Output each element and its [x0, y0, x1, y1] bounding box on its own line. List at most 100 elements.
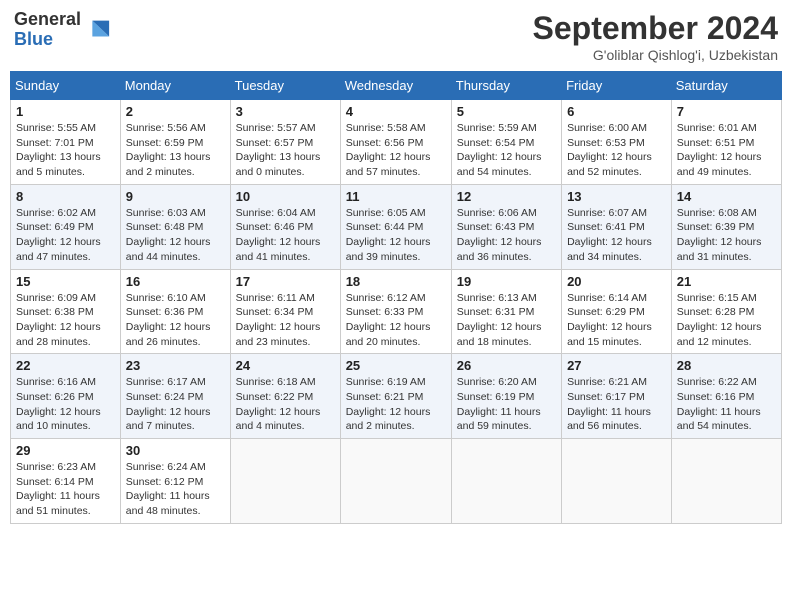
day-number: 26: [457, 358, 556, 373]
day-info: Sunrise: 6:20 AM Sunset: 6:19 PM Dayligh…: [457, 375, 556, 434]
calendar-day-cell: 5 Sunrise: 5:59 AM Sunset: 6:54 PM Dayli…: [451, 100, 561, 185]
day-number: 4: [346, 104, 446, 119]
day-info: Sunrise: 6:19 AM Sunset: 6:21 PM Dayligh…: [346, 375, 446, 434]
calendar-day-cell: 21 Sunrise: 6:15 AM Sunset: 6:28 PM Dayl…: [671, 269, 781, 354]
day-info: Sunrise: 6:00 AM Sunset: 6:53 PM Dayligh…: [567, 121, 666, 180]
calendar-day-cell: 13 Sunrise: 6:07 AM Sunset: 6:41 PM Dayl…: [562, 184, 672, 269]
logo-line2: Blue: [14, 30, 81, 50]
calendar-day-cell: 16 Sunrise: 6:10 AM Sunset: 6:36 PM Dayl…: [120, 269, 230, 354]
day-number: 9: [126, 189, 225, 204]
day-number: 1: [16, 104, 115, 119]
calendar-day-cell: 9 Sunrise: 6:03 AM Sunset: 6:48 PM Dayli…: [120, 184, 230, 269]
calendar-day-cell: 2 Sunrise: 5:56 AM Sunset: 6:59 PM Dayli…: [120, 100, 230, 185]
day-info: Sunrise: 6:11 AM Sunset: 6:34 PM Dayligh…: [236, 291, 335, 350]
day-number: 17: [236, 274, 335, 289]
logo-icon: [83, 16, 111, 44]
calendar-day-cell: 15 Sunrise: 6:09 AM Sunset: 6:38 PM Dayl…: [11, 269, 121, 354]
day-info: Sunrise: 6:17 AM Sunset: 6:24 PM Dayligh…: [126, 375, 225, 434]
calendar-day-cell: 1 Sunrise: 5:55 AM Sunset: 7:01 PM Dayli…: [11, 100, 121, 185]
calendar-day-cell: 18 Sunrise: 6:12 AM Sunset: 6:33 PM Dayl…: [340, 269, 451, 354]
day-info: Sunrise: 5:57 AM Sunset: 6:57 PM Dayligh…: [236, 121, 335, 180]
day-info: Sunrise: 6:09 AM Sunset: 6:38 PM Dayligh…: [16, 291, 115, 350]
day-number: 12: [457, 189, 556, 204]
location-subtitle: G'oliblar Qishlog'i, Uzbekistan: [533, 47, 778, 63]
day-number: 21: [677, 274, 776, 289]
calendar-week-row: 22 Sunrise: 6:16 AM Sunset: 6:26 PM Dayl…: [11, 354, 782, 439]
day-number: 15: [16, 274, 115, 289]
weekday-header-row: SundayMondayTuesdayWednesdayThursdayFrid…: [11, 72, 782, 100]
calendar-day-cell: 6 Sunrise: 6:00 AM Sunset: 6:53 PM Dayli…: [562, 100, 672, 185]
calendar-day-cell: 17 Sunrise: 6:11 AM Sunset: 6:34 PM Dayl…: [230, 269, 340, 354]
day-info: Sunrise: 6:22 AM Sunset: 6:16 PM Dayligh…: [677, 375, 776, 434]
calendar-week-row: 8 Sunrise: 6:02 AM Sunset: 6:49 PM Dayli…: [11, 184, 782, 269]
day-number: 27: [567, 358, 666, 373]
calendar-day-cell: 20 Sunrise: 6:14 AM Sunset: 6:29 PM Dayl…: [562, 269, 672, 354]
calendar-body: 1 Sunrise: 5:55 AM Sunset: 7:01 PM Dayli…: [11, 100, 782, 524]
calendar-day-cell: 30 Sunrise: 6:24 AM Sunset: 6:12 PM Dayl…: [120, 439, 230, 524]
day-info: Sunrise: 6:02 AM Sunset: 6:49 PM Dayligh…: [16, 206, 115, 265]
calendar-day-cell: 19 Sunrise: 6:13 AM Sunset: 6:31 PM Dayl…: [451, 269, 561, 354]
day-number: 23: [126, 358, 225, 373]
day-number: 2: [126, 104, 225, 119]
weekday-header-cell: Monday: [120, 72, 230, 100]
calendar-table: SundayMondayTuesdayWednesdayThursdayFrid…: [10, 71, 782, 524]
day-info: Sunrise: 6:06 AM Sunset: 6:43 PM Dayligh…: [457, 206, 556, 265]
weekday-header-cell: Friday: [562, 72, 672, 100]
calendar-day-cell: [230, 439, 340, 524]
day-number: 6: [567, 104, 666, 119]
title-block: September 2024 G'oliblar Qishlog'i, Uzbe…: [533, 10, 778, 63]
calendar-day-cell: 26 Sunrise: 6:20 AM Sunset: 6:19 PM Dayl…: [451, 354, 561, 439]
day-info: Sunrise: 6:12 AM Sunset: 6:33 PM Dayligh…: [346, 291, 446, 350]
day-number: 11: [346, 189, 446, 204]
day-number: 19: [457, 274, 556, 289]
day-number: 25: [346, 358, 446, 373]
weekday-header-cell: Thursday: [451, 72, 561, 100]
day-info: Sunrise: 6:18 AM Sunset: 6:22 PM Dayligh…: [236, 375, 335, 434]
day-info: Sunrise: 5:56 AM Sunset: 6:59 PM Dayligh…: [126, 121, 225, 180]
calendar-day-cell: 23 Sunrise: 6:17 AM Sunset: 6:24 PM Dayl…: [120, 354, 230, 439]
day-number: 28: [677, 358, 776, 373]
weekday-header-cell: Wednesday: [340, 72, 451, 100]
page-header: General Blue September 2024 G'oliblar Qi…: [10, 10, 782, 63]
calendar-day-cell: 27 Sunrise: 6:21 AM Sunset: 6:17 PM Dayl…: [562, 354, 672, 439]
day-info: Sunrise: 6:23 AM Sunset: 6:14 PM Dayligh…: [16, 460, 115, 519]
day-number: 22: [16, 358, 115, 373]
day-number: 7: [677, 104, 776, 119]
calendar-week-row: 29 Sunrise: 6:23 AM Sunset: 6:14 PM Dayl…: [11, 439, 782, 524]
day-info: Sunrise: 6:01 AM Sunset: 6:51 PM Dayligh…: [677, 121, 776, 180]
calendar-day-cell: 24 Sunrise: 6:18 AM Sunset: 6:22 PM Dayl…: [230, 354, 340, 439]
day-number: 20: [567, 274, 666, 289]
calendar-day-cell: [340, 439, 451, 524]
day-number: 18: [346, 274, 446, 289]
day-info: Sunrise: 5:58 AM Sunset: 6:56 PM Dayligh…: [346, 121, 446, 180]
day-info: Sunrise: 6:13 AM Sunset: 6:31 PM Dayligh…: [457, 291, 556, 350]
day-info: Sunrise: 6:16 AM Sunset: 6:26 PM Dayligh…: [16, 375, 115, 434]
calendar-week-row: 15 Sunrise: 6:09 AM Sunset: 6:38 PM Dayl…: [11, 269, 782, 354]
day-info: Sunrise: 5:59 AM Sunset: 6:54 PM Dayligh…: [457, 121, 556, 180]
day-info: Sunrise: 6:21 AM Sunset: 6:17 PM Dayligh…: [567, 375, 666, 434]
day-number: 13: [567, 189, 666, 204]
weekday-header-cell: Saturday: [671, 72, 781, 100]
day-info: Sunrise: 6:07 AM Sunset: 6:41 PM Dayligh…: [567, 206, 666, 265]
day-info: Sunrise: 6:15 AM Sunset: 6:28 PM Dayligh…: [677, 291, 776, 350]
day-info: Sunrise: 6:04 AM Sunset: 6:46 PM Dayligh…: [236, 206, 335, 265]
day-number: 24: [236, 358, 335, 373]
day-info: Sunrise: 6:10 AM Sunset: 6:36 PM Dayligh…: [126, 291, 225, 350]
calendar-day-cell: 8 Sunrise: 6:02 AM Sunset: 6:49 PM Dayli…: [11, 184, 121, 269]
day-number: 30: [126, 443, 225, 458]
day-info: Sunrise: 6:08 AM Sunset: 6:39 PM Dayligh…: [677, 206, 776, 265]
weekday-header-cell: Tuesday: [230, 72, 340, 100]
day-number: 10: [236, 189, 335, 204]
calendar-day-cell: 12 Sunrise: 6:06 AM Sunset: 6:43 PM Dayl…: [451, 184, 561, 269]
calendar-day-cell: 25 Sunrise: 6:19 AM Sunset: 6:21 PM Dayl…: [340, 354, 451, 439]
calendar-day-cell: [562, 439, 672, 524]
day-number: 29: [16, 443, 115, 458]
day-number: 5: [457, 104, 556, 119]
calendar-day-cell: 14 Sunrise: 6:08 AM Sunset: 6:39 PM Dayl…: [671, 184, 781, 269]
calendar-day-cell: 4 Sunrise: 5:58 AM Sunset: 6:56 PM Dayli…: [340, 100, 451, 185]
logo-line1: General: [14, 10, 81, 30]
calendar-day-cell: 7 Sunrise: 6:01 AM Sunset: 6:51 PM Dayli…: [671, 100, 781, 185]
calendar-day-cell: [451, 439, 561, 524]
calendar-day-cell: 28 Sunrise: 6:22 AM Sunset: 6:16 PM Dayl…: [671, 354, 781, 439]
calendar-week-row: 1 Sunrise: 5:55 AM Sunset: 7:01 PM Dayli…: [11, 100, 782, 185]
